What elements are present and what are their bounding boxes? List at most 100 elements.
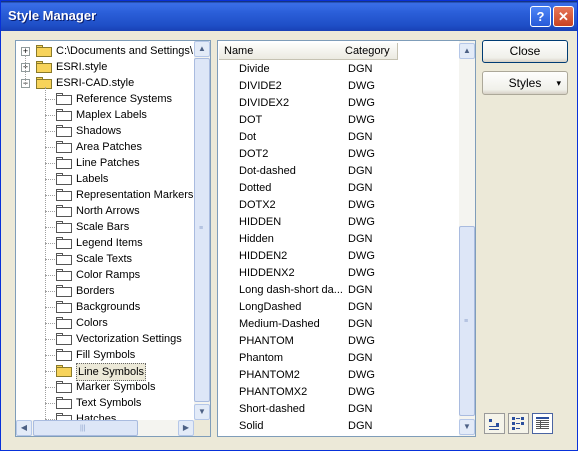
tree-item-label: Labels <box>76 173 109 185</box>
tree-connector <box>45 115 55 116</box>
tree-item[interactable]: Scale Texts <box>16 251 196 267</box>
column-header-name[interactable]: Name <box>219 43 341 60</box>
tree-item-label: Representation Markers <box>76 189 194 201</box>
title-bar[interactable]: Style Manager ? ✕ <box>1 1 577 31</box>
tree-item[interactable]: Representation Markers <box>16 187 196 203</box>
tree-item[interactable]: Backgrounds <box>16 299 196 315</box>
tree-horizontal-scroll-thumb[interactable]: ||| <box>33 420 138 436</box>
folder-icon <box>56 141 72 153</box>
tree-item[interactable]: Marker Symbols <box>16 379 196 395</box>
tree-vertical-scroll-thumb[interactable]: ≡ <box>194 58 210 402</box>
tree-scroll-down-button[interactable]: ▼ <box>194 404 210 420</box>
tree-item[interactable]: Line Patches <box>16 155 196 171</box>
list-item[interactable]: Medium-Dashed DGN <box>222 316 457 333</box>
grip-icon: ||| <box>80 425 86 432</box>
tree-item[interactable]: Color Ramps <box>16 267 196 283</box>
tree-item[interactable]: Scale Bars <box>16 219 196 235</box>
list-item[interactable]: Phantom DGN <box>222 350 457 367</box>
list-item[interactable]: Dotted DGN <box>222 180 457 197</box>
list-item[interactable]: DIVIDEX2 DWG <box>222 95 457 112</box>
symbol-name: HIDDENX2 <box>239 267 295 279</box>
symbol-name: Phantom <box>239 352 284 364</box>
symbol-category: DGN <box>348 301 373 313</box>
details-view-button[interactable] <box>532 413 553 434</box>
tree-horizontal-scrollbar[interactable]: ◀ ||| ▶ <box>16 420 194 436</box>
list-scroll-down-button[interactable]: ▼ <box>459 419 475 435</box>
tree-item[interactable]: Borders <box>16 283 196 299</box>
list-item[interactable]: Short-dashed DGN <box>222 401 457 418</box>
tree-item[interactable]: Line Symbols <box>16 363 196 381</box>
list-view-button[interactable] <box>508 413 529 434</box>
folder-icon <box>56 253 72 265</box>
list-item[interactable]: LongDashed DGN <box>222 299 457 316</box>
tree-item[interactable]: Area Patches <box>16 139 196 155</box>
tree-item-label: Shadows <box>76 125 122 137</box>
list-item[interactable]: DOTX2 DWG <box>222 197 457 214</box>
tree-item-label: Scale Bars <box>76 221 130 233</box>
folder-icon <box>36 61 52 73</box>
tree-scroll-right-button[interactable]: ▶ <box>178 420 194 436</box>
small-icons-view-button[interactable] <box>484 413 505 434</box>
tree-item[interactable]: Hatches <box>16 411 196 420</box>
details-view-icon <box>536 417 549 429</box>
folder-icon <box>56 365 72 377</box>
list-item[interactable]: DOT DWG <box>222 112 457 129</box>
list-item[interactable]: HIDDENX2 DWG <box>222 265 457 282</box>
tree-item-label: ESRI.style <box>56 61 108 73</box>
tree-scroll-left-button[interactable]: ◀ <box>16 420 32 436</box>
list-item[interactable]: HIDDEN2 DWG <box>222 248 457 265</box>
tree-item[interactable]: Labels <box>16 171 196 187</box>
tree-connector <box>45 323 55 324</box>
tree-item-label: Legend Items <box>76 237 143 249</box>
list-item[interactable]: Dot DGN <box>222 129 457 146</box>
tree-item[interactable]: Legend Items <box>16 235 196 251</box>
list-scroll-up-button[interactable]: ▲ <box>459 43 475 59</box>
tree-item[interactable]: Colors <box>16 315 196 331</box>
tree-connector <box>45 195 55 196</box>
style-manager-window: Style Manager ? ✕ + C:\Documents and Sett… <box>0 0 578 451</box>
tree-item[interactable]: Reference Systems <box>16 91 196 107</box>
column-header-category[interactable]: Category <box>340 43 398 60</box>
styles-button[interactable]: Styles ▾ <box>482 71 568 95</box>
close-button[interactable]: Close <box>482 40 568 63</box>
tree-item-label: Backgrounds <box>76 301 141 313</box>
tree-item[interactable]: Text Symbols <box>16 395 196 411</box>
list-item[interactable]: Dot-dashed DGN <box>222 163 457 180</box>
list-item[interactable]: Long dash-short da... DGN <box>222 282 457 299</box>
style-tree-panel[interactable]: + C:\Documents and Settings\ + ESRI.style − E… <box>15 40 211 437</box>
tree-item[interactable]: Vectorization Settings <box>16 331 196 347</box>
tree-item[interactable]: Maplex Labels <box>16 107 196 123</box>
symbol-category: DWG <box>348 369 375 381</box>
list-item[interactable]: DIVIDE2 DWG <box>222 78 457 95</box>
tree-item[interactable]: Shadows <box>16 123 196 139</box>
list-item[interactable]: Solid DGN <box>222 418 457 435</box>
symbol-name: Dot <box>239 131 257 143</box>
tree-item[interactable]: + C:\Documents and Settings\ <box>16 43 196 59</box>
tree-item[interactable]: − ESRI-CAD.style <box>16 75 196 91</box>
tree-item[interactable]: North Arrows <box>16 203 196 219</box>
help-button[interactable]: ? <box>530 6 551 27</box>
folder-icon <box>56 109 72 121</box>
symbol-category: DWG <box>348 148 375 160</box>
tree-vertical-scrollbar[interactable]: ▲ ≡ ▼ <box>194 41 210 420</box>
tree-item[interactable]: + ESRI.style <box>16 59 196 75</box>
close-window-button[interactable]: ✕ <box>553 6 574 27</box>
list-vertical-scrollbar[interactable]: ▲ ≡ ▼ <box>459 41 475 436</box>
list-item[interactable]: DOT2 DWG <box>222 146 457 163</box>
folder-icon <box>56 205 72 217</box>
list-item[interactable]: PHANTOM DWG <box>222 333 457 350</box>
tree-scroll-up-button[interactable]: ▲ <box>194 41 210 57</box>
tree-connector <box>45 387 55 388</box>
symbol-list-panel[interactable]: Name Category Divide DGN DIVIDE2 DWG DIVIDEX… <box>217 40 476 437</box>
folder-icon <box>56 269 72 281</box>
list-item[interactable]: HIDDEN DWG <box>222 214 457 231</box>
list-item[interactable]: Divide DGN <box>222 61 457 78</box>
list-vertical-scroll-thumb[interactable]: ≡ <box>459 226 475 416</box>
tree-item[interactable]: Fill Symbols <box>16 347 196 363</box>
symbol-name: DOT2 <box>239 148 269 160</box>
list-item[interactable]: PHANTOMX2 DWG <box>222 384 457 401</box>
symbol-name: Solid <box>239 420 264 432</box>
list-item[interactable]: Hidden DGN <box>222 231 457 248</box>
list-item[interactable]: PHANTOM2 DWG <box>222 367 457 384</box>
symbol-category: DWG <box>348 250 375 262</box>
